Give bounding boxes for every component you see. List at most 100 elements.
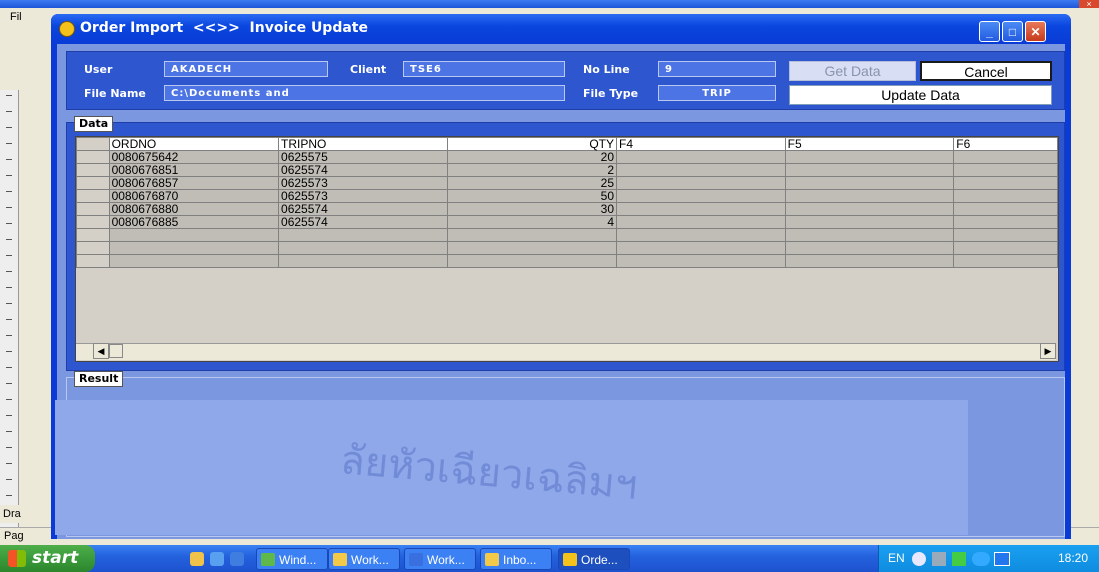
row-header[interactable] bbox=[76, 228, 110, 242]
row-header[interactable] bbox=[76, 176, 110, 190]
column-header[interactable]: F6 bbox=[953, 137, 1058, 151]
user-tray-icon[interactable] bbox=[952, 552, 966, 566]
row-header[interactable] bbox=[76, 254, 110, 268]
table-cell[interactable] bbox=[953, 215, 1058, 229]
table-cell[interactable] bbox=[953, 163, 1058, 177]
table-cell[interactable]: 30 bbox=[447, 202, 617, 216]
taskbar-button[interactable]: Orde... bbox=[558, 548, 630, 570]
background-menu-file[interactable]: Fil bbox=[10, 11, 22, 23]
table-cell[interactable]: 0625573 bbox=[278, 176, 449, 190]
ie-icon[interactable] bbox=[230, 552, 244, 566]
background-scrollbar[interactable] bbox=[1082, 8, 1099, 545]
table-cell[interactable] bbox=[108, 241, 280, 255]
column-header[interactable]: F4 bbox=[616, 137, 786, 151]
table-cell[interactable] bbox=[616, 228, 786, 242]
table-cell[interactable]: 0625574 bbox=[278, 163, 449, 177]
table-cell[interactable] bbox=[616, 202, 786, 216]
table-cell[interactable]: 0080676870 bbox=[108, 189, 280, 203]
table-cell[interactable] bbox=[784, 202, 955, 216]
user-field[interactable]: AKADECH bbox=[164, 61, 328, 77]
table-cell[interactable] bbox=[447, 228, 617, 242]
audio-tray-icon[interactable] bbox=[972, 552, 990, 566]
file-name-field[interactable]: C:\Documents and bbox=[164, 85, 565, 101]
client-field[interactable]: TSE6 bbox=[403, 61, 565, 77]
table-cell[interactable]: 0080676885 bbox=[108, 215, 280, 229]
minimize-button[interactable]: _ bbox=[979, 21, 1000, 42]
table-cell[interactable]: 4 bbox=[447, 215, 617, 229]
scroll-thumb[interactable] bbox=[109, 344, 123, 358]
table-row[interactable]: 0080676870 0625573 50 bbox=[76, 189, 1058, 203]
table-cell[interactable]: 20 bbox=[447, 150, 617, 164]
scroll-right-icon[interactable]: ▶ bbox=[1040, 343, 1056, 359]
table-row[interactable]: 0080676880 0625574 30 bbox=[76, 202, 1058, 216]
table-cell[interactable] bbox=[784, 150, 955, 164]
table-row[interactable] bbox=[76, 254, 1058, 268]
table-cell[interactable] bbox=[953, 150, 1058, 164]
maximize-button[interactable]: □ bbox=[1002, 21, 1023, 42]
table-cell[interactable] bbox=[784, 241, 955, 255]
data-grid[interactable]: ORDNO TRIPNO QTY F4 F5 F6 0080675642 0625… bbox=[75, 136, 1059, 362]
table-row[interactable]: 0080676851 0625574 2 bbox=[76, 163, 1058, 177]
language-indicator[interactable]: EN bbox=[888, 551, 905, 565]
taskbar-button[interactable]: Work... bbox=[328, 548, 400, 570]
quicklaunch-icon[interactable] bbox=[190, 552, 204, 566]
table-cell[interactable] bbox=[616, 215, 786, 229]
table-cell[interactable] bbox=[447, 254, 617, 268]
taskbar-button[interactable]: Inbo... bbox=[480, 548, 552, 570]
table-cell[interactable] bbox=[953, 228, 1058, 242]
table-cell[interactable] bbox=[278, 228, 449, 242]
table-cell[interactable]: 2 bbox=[447, 163, 617, 177]
row-header[interactable] bbox=[76, 215, 110, 229]
table-cell[interactable]: 0625575 bbox=[278, 150, 449, 164]
table-cell[interactable] bbox=[616, 254, 786, 268]
table-cell[interactable] bbox=[278, 254, 449, 268]
table-cell[interactable] bbox=[278, 241, 449, 255]
table-cell[interactable]: 25 bbox=[447, 176, 617, 190]
taskbar-button[interactable]: Wind... bbox=[256, 548, 328, 570]
table-cell[interactable]: 0080676857 bbox=[108, 176, 280, 190]
table-row[interactable]: 0080676885 0625574 4 bbox=[76, 215, 1058, 229]
column-header[interactable]: ORDNO bbox=[108, 137, 280, 151]
table-cell[interactable] bbox=[784, 228, 955, 242]
table-cell[interactable] bbox=[784, 189, 955, 203]
taskbar-button[interactable]: Work... bbox=[404, 548, 476, 570]
no-line-field[interactable]: 9 bbox=[658, 61, 776, 77]
table-cell[interactable]: 0625574 bbox=[278, 215, 449, 229]
row-header[interactable] bbox=[76, 189, 110, 203]
table-cell[interactable]: 0625574 bbox=[278, 202, 449, 216]
row-header[interactable] bbox=[76, 241, 110, 255]
table-cell[interactable] bbox=[784, 163, 955, 177]
table-cell[interactable] bbox=[616, 241, 786, 255]
table-cell[interactable] bbox=[784, 215, 955, 229]
table-cell[interactable]: 0080676880 bbox=[108, 202, 280, 216]
table-cell[interactable] bbox=[953, 254, 1058, 268]
table-cell[interactable]: 0625573 bbox=[278, 189, 449, 203]
update-data-button[interactable]: Update Data bbox=[789, 85, 1052, 105]
background-draw-label[interactable]: Dra bbox=[3, 508, 21, 520]
table-cell[interactable] bbox=[953, 202, 1058, 216]
table-cell[interactable] bbox=[616, 189, 786, 203]
table-cell[interactable] bbox=[616, 163, 786, 177]
table-row[interactable]: 0080675642 0625575 20 bbox=[76, 150, 1058, 164]
table-cell[interactable] bbox=[784, 176, 955, 190]
browser-icon[interactable] bbox=[210, 552, 224, 566]
v2-tray-icon[interactable] bbox=[994, 552, 1010, 566]
row-header[interactable] bbox=[76, 150, 110, 164]
table-cell[interactable] bbox=[447, 241, 617, 255]
table-cell[interactable] bbox=[616, 150, 786, 164]
file-type-field[interactable]: TRIP bbox=[658, 85, 776, 101]
horizontal-scrollbar[interactable] bbox=[76, 343, 1056, 360]
table-cell[interactable] bbox=[953, 189, 1058, 203]
table-row[interactable]: 0080676857 0625573 25 bbox=[76, 176, 1058, 190]
table-row[interactable] bbox=[76, 228, 1058, 242]
table-cell[interactable]: 50 bbox=[447, 189, 617, 203]
row-header[interactable] bbox=[76, 163, 110, 177]
table-cell[interactable] bbox=[953, 241, 1058, 255]
column-header[interactable]: F5 bbox=[784, 137, 955, 151]
network-icon[interactable] bbox=[932, 552, 946, 566]
tray-arrow-icon[interactable] bbox=[912, 552, 926, 566]
background-close-button[interactable]: × bbox=[1079, 0, 1099, 9]
get-data-button[interactable]: Get Data bbox=[789, 61, 916, 81]
cancel-button[interactable]: Cancel bbox=[920, 61, 1052, 81]
column-header[interactable]: TRIPNO bbox=[278, 137, 449, 151]
